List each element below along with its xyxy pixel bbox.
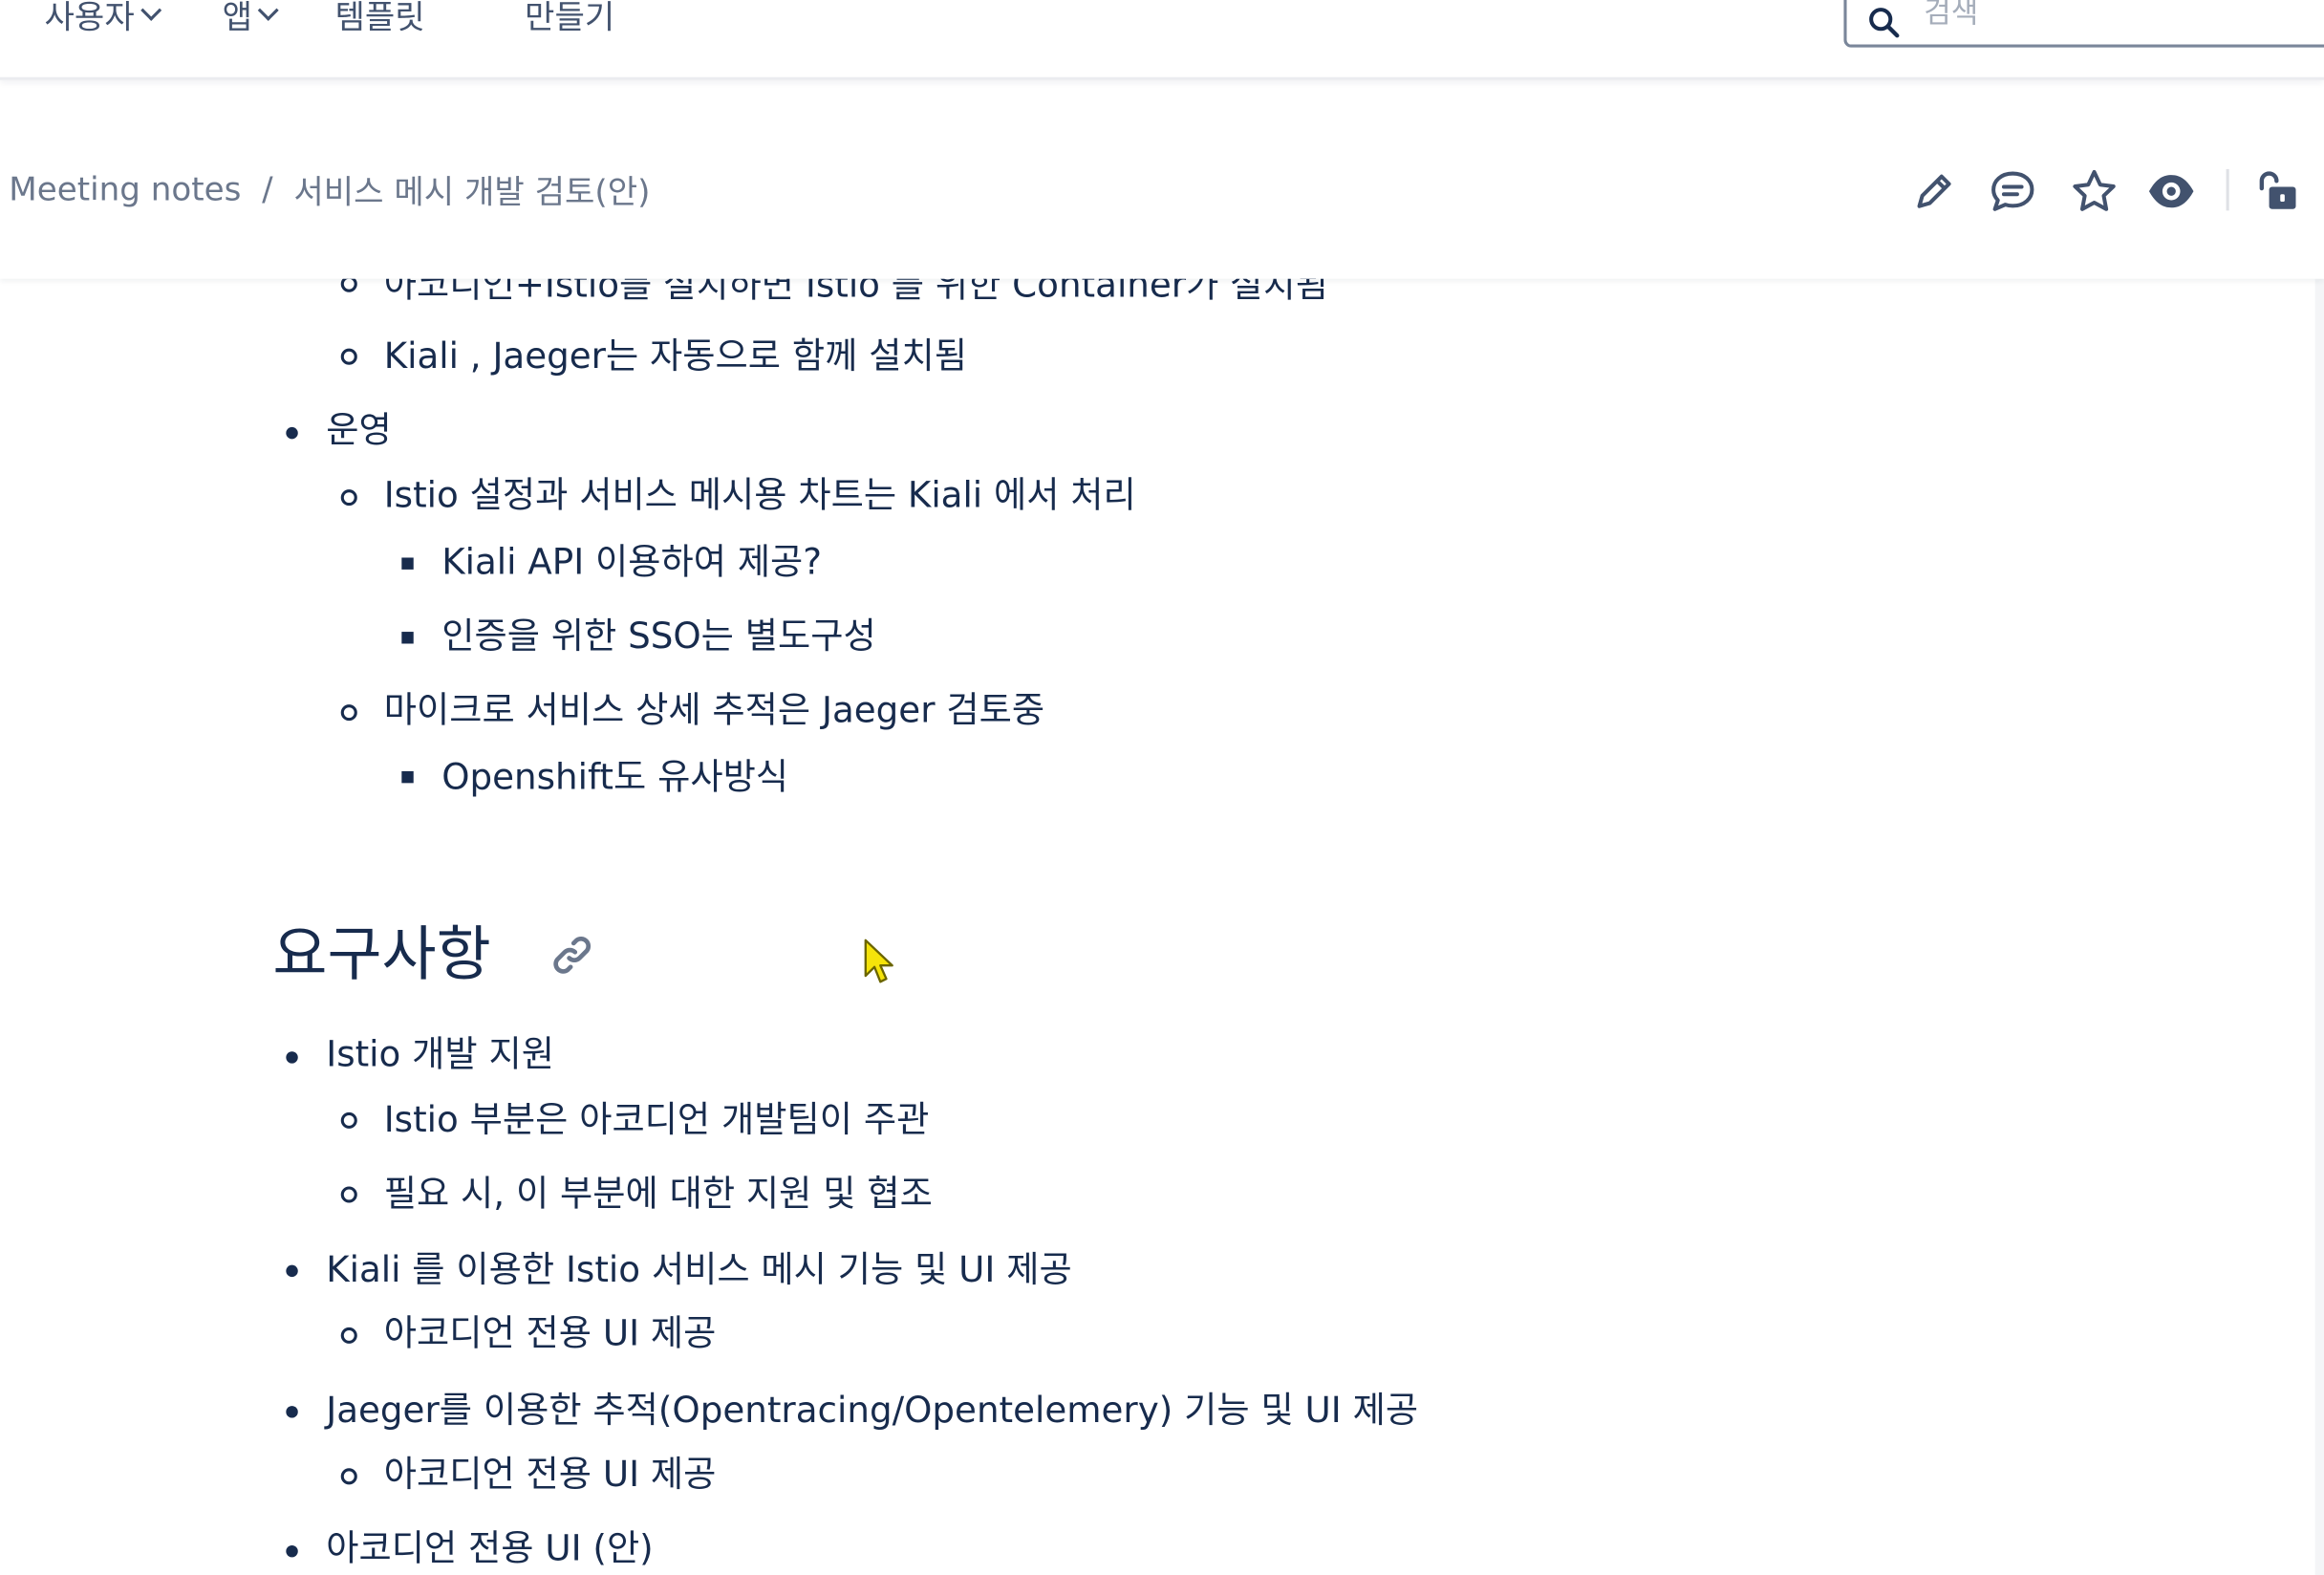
unlock-icon	[2259, 171, 2296, 209]
nav-create-label: 만들기	[525, 0, 615, 37]
watch-button[interactable]	[2146, 166, 2197, 217]
search-icon	[1869, 8, 1900, 38]
list-item: 필요 시, 이 부분에 대한 지원 및 협조	[383, 1173, 933, 1215]
list-bullet-level1	[286, 1406, 298, 1418]
restrictions-button[interactable]	[2253, 166, 2304, 217]
search-input[interactable]	[1924, 0, 2294, 33]
list-bullet-level2	[340, 1327, 357, 1344]
actions-divider	[2226, 168, 2229, 211]
list-bullet-level3	[401, 770, 414, 784]
list-bullet-level1	[286, 1051, 298, 1064]
section-heading: 요구사항	[272, 920, 491, 990]
list-item: Openshift도 유사방식	[441, 756, 789, 798]
comment-button[interactable]	[1988, 166, 2038, 217]
nav-templates-link[interactable]: 템플릿	[335, 0, 425, 38]
list-item: Istio 개발 지원	[326, 1033, 554, 1076]
list-item: 아코디언 전용 UI 제공	[383, 1453, 717, 1496]
list-bullet-level2	[340, 1111, 357, 1129]
nav-apps-label: 앱	[222, 0, 253, 37]
list-bullet-level1	[286, 426, 298, 440]
list-bullet-level2	[340, 489, 357, 507]
list-bullet-level3	[401, 632, 414, 644]
list-item: Kiali API 이용하여 제공?	[441, 541, 823, 583]
list-item: 마이크로 서비스 상세 추적은 Jaeger 검토중	[383, 689, 1045, 732]
list-bullet-level2	[340, 704, 357, 722]
confluence-page: 아코디언+Istio를 설치하면 Istio 를 위한 Container가 설…	[0, 0, 2324, 1575]
list-item: Kiali , Jaeger는 자동으로 함께 설치됨	[383, 334, 967, 378]
page-header-bar: Meeting notes / 서비스 메시 개발 검토(안)	[0, 79, 2324, 279]
mouse-cursor-icon	[864, 939, 893, 983]
comment-icon	[1991, 171, 2034, 211]
list-item: Kiali 를 이용한 Istio 서비스 메시 기능 및 UI 제공	[326, 1248, 1072, 1291]
nav-apps-menu[interactable]: 앱	[222, 0, 280, 38]
chevron-down-icon	[140, 0, 161, 21]
breadcrumb-parent-link[interactable]: Meeting notes	[9, 171, 241, 208]
list-bullet-level1	[286, 1264, 298, 1278]
list-bullet-level1	[286, 1544, 298, 1558]
nav-users-label: 사용자	[44, 0, 135, 37]
list-item: 운영	[326, 409, 392, 451]
scrollbar-track[interactable]	[2314, 76, 2324, 1575]
top-navigation: 사용자 앱 템플릿 만들기	[0, 0, 2324, 80]
anchor-link-icon[interactable]	[549, 932, 596, 980]
nav-create-link[interactable]: 만들기	[525, 0, 614, 38]
nav-templates-label: 템플릿	[334, 0, 425, 37]
list-item: Istio 설정과 서비스 메시용 차트는 Kiali 에서 처리	[383, 474, 1136, 517]
breadcrumb: Meeting notes / 서비스 메시 개발 검토(안)	[9, 166, 650, 214]
list-bullet-level2	[340, 1186, 357, 1203]
breadcrumb-current-page[interactable]: 서비스 메시 개발 검토(안)	[293, 166, 650, 214]
list-item: 아코디언 전용 UI 제공	[383, 1312, 717, 1354]
nav-users-menu[interactable]: 사용자	[44, 0, 161, 38]
watch-icon	[2148, 175, 2194, 208]
edit-icon	[1917, 174, 1951, 208]
star-button[interactable]	[2069, 166, 2120, 217]
list-bullet-level2	[340, 1468, 357, 1485]
list-bullet-level2	[340, 348, 357, 365]
edit-button[interactable]	[1909, 166, 1960, 217]
list-item: Jaeger를 이용한 추적(Opentracing/Opentelemery)…	[326, 1390, 1419, 1432]
search-box[interactable]	[1843, 0, 2324, 48]
list-item: 인증을 위한 SSO는 별도구성	[441, 615, 876, 658]
list-item: 아코디언 전용 UI (안)	[326, 1527, 654, 1569]
star-icon	[2073, 169, 2116, 211]
list-bullet-level3	[401, 557, 414, 570]
list-item: Istio 부분은 아코디언 개발팀이 주관	[383, 1098, 930, 1141]
chevron-down-icon	[258, 0, 280, 21]
breadcrumb-separator: /	[262, 171, 273, 209]
